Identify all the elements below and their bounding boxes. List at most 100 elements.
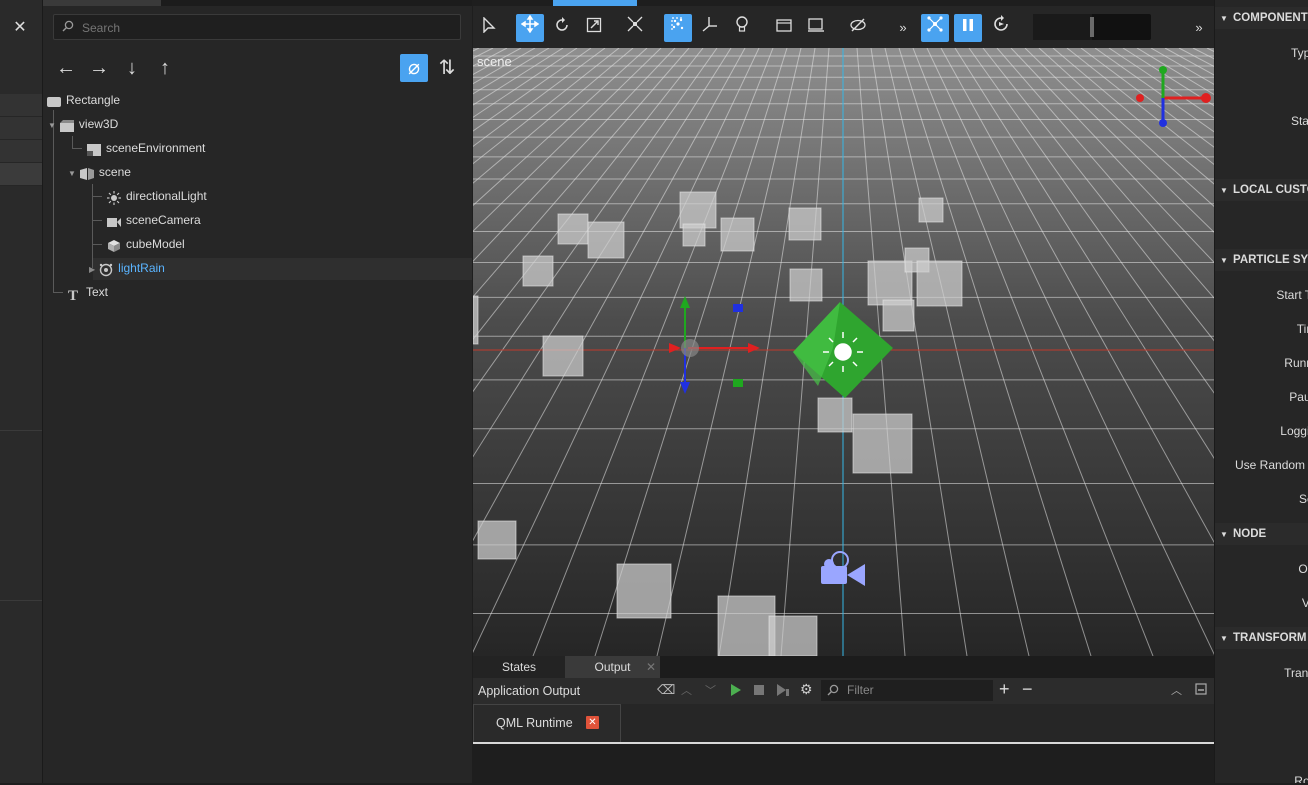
more-options-button[interactable]: » [1189, 14, 1209, 42]
section-label: COMPONENT [1233, 12, 1308, 24]
expand-icon[interactable]: ▶ [89, 265, 95, 274]
section-particle-system[interactable]: ▼ PARTICLE SYSTEM [1215, 249, 1308, 271]
particle-system-icon [98, 262, 114, 277]
maximize-chevron-icon[interactable]: ︿ [1171, 682, 1182, 698]
move-down-button[interactable]: ↓ [118, 54, 146, 82]
rotate-tool-icon[interactable] [548, 14, 576, 42]
camera-toggle-icon[interactable] [770, 14, 798, 42]
particle-cube [557, 213, 589, 245]
divider [0, 600, 42, 601]
close-icon[interactable]: ✕ [10, 18, 30, 38]
particle-cube [477, 520, 517, 560]
prop-label-time: Time [1296, 322, 1308, 336]
fit-selection-icon[interactable] [621, 14, 649, 42]
section-transform[interactable]: ▼ TRANSFORM [1215, 627, 1308, 649]
particle-cube [789, 268, 823, 302]
tree-item-label: cubeModel [126, 237, 185, 251]
tree-item-label: lightRain [118, 261, 165, 275]
section-component[interactable]: ▼ COMPONENT [1215, 7, 1308, 29]
filter-field[interactable]: Filter [821, 680, 993, 701]
attach-icon[interactable] [776, 683, 790, 700]
run-icon[interactable] [730, 683, 742, 700]
restart-icon[interactable] [987, 14, 1015, 42]
list-item[interactable] [0, 94, 42, 117]
list-item[interactable] [0, 117, 42, 140]
move-right-button[interactable]: → [85, 54, 113, 82]
particle-cube [616, 563, 672, 619]
prop-label-visibility: Visibility [1251, 596, 1308, 610]
section-label: PARTICLE SYSTEM [1233, 254, 1308, 266]
prop-label-logging: Logging [1280, 424, 1308, 438]
next-icon[interactable]: ﹀ [705, 682, 716, 698]
particle-cube [587, 221, 625, 259]
tab-states[interactable]: States [473, 656, 565, 678]
camera-icon [106, 214, 122, 228]
search-field[interactable] [53, 14, 461, 40]
zoom-out-button[interactable]: − [1022, 679, 1033, 700]
tree-item-view3d[interactable]: ▼ view3D [48, 113, 118, 135]
tab-output[interactable]: Output ✕ [565, 656, 660, 678]
clean-icon[interactable]: ⌫ [657, 682, 675, 698]
prop-label-state: State [1290, 114, 1308, 128]
scene-canvas[interactable]: scene [473, 48, 1214, 656]
tab-qml-runtime[interactable]: QML Runtime ✕ [473, 704, 621, 742]
more-tools-button[interactable]: » [893, 14, 913, 42]
move-tool-icon[interactable] [516, 14, 544, 42]
tree-item-scene-environment[interactable]: sceneEnvironment [86, 137, 205, 159]
runtime-tab-label: QML Runtime [496, 716, 573, 730]
move-up-button[interactable]: ↑ [151, 54, 179, 82]
previous-icon[interactable]: ︿ [681, 682, 692, 698]
tree-item-label: Rectangle [66, 93, 121, 107]
pivot-axes-icon[interactable] [696, 14, 724, 42]
select-tool-icon[interactable] [475, 14, 503, 42]
stop-icon[interactable] [753, 684, 765, 699]
edit-light-icon[interactable] [802, 14, 830, 42]
list-item[interactable] [0, 140, 42, 163]
section-local-custom[interactable]: ▼ LOCAL CUSTOM [1215, 179, 1308, 201]
visibility-toggle-icon[interactable] [844, 14, 872, 42]
light-bulb-icon[interactable] [728, 14, 756, 42]
tree-item-light-rain[interactable]: ▶ lightRain [89, 257, 165, 279]
slider-handle[interactable] [1090, 17, 1094, 37]
local-orientation-icon[interactable] [664, 14, 692, 42]
particle-cube [916, 260, 963, 307]
filter-toggle-button[interactable]: ⌀ [400, 54, 428, 82]
collapse-icon[interactable]: ▼ [48, 121, 56, 130]
collapse-icon: ▼ [1220, 530, 1228, 539]
zoom-in-button[interactable]: + [999, 679, 1010, 700]
tree-item-scene-camera[interactable]: sceneCamera [106, 209, 201, 231]
light-icon [106, 190, 122, 205]
prop-label-type: Type [1290, 46, 1308, 60]
section-node[interactable]: ▼ NODE [1215, 523, 1308, 545]
particle-cube [817, 397, 853, 433]
svg-text:T: T [68, 288, 78, 301]
particle-cube [522, 255, 554, 287]
tree-item-scene[interactable]: ▼ scene [68, 161, 131, 183]
list-item[interactable] [0, 163, 42, 186]
scene-render[interactable] [473, 48, 1214, 656]
move-left-button[interactable]: ← [52, 54, 80, 82]
filter-search-icon [827, 684, 839, 699]
light-gizmo[interactable] [823, 332, 863, 372]
output-panel: States Output ✕ Application Output ⌫ ︿ ﹀ … [473, 656, 1214, 785]
scene-environment-icon [86, 142, 102, 156]
scale-tool-icon[interactable] [580, 14, 608, 42]
collapse-icon[interactable]: ▼ [68, 169, 76, 178]
tree-item-text[interactable]: T Text [66, 281, 108, 304]
particle-seek-slider[interactable] [1033, 14, 1151, 40]
tree-item-rectangle[interactable]: Rectangle [46, 89, 120, 111]
close-runtime-icon[interactable]: ✕ [586, 716, 599, 729]
tree-item-directional-light[interactable]: directionalLight [106, 185, 207, 207]
search-input[interactable] [80, 18, 454, 38]
sort-button[interactable]: ⇅ [433, 54, 461, 82]
tree-item-cube-model[interactable]: cubeModel [106, 233, 185, 255]
settings-gear-icon[interactable]: ⚙ [800, 681, 813, 698]
tab-label: Output [594, 660, 631, 674]
properties-panel: ▼ COMPONENT Type State ▼ LOCAL CUSTOM ▼ PAR… [1214, 0, 1308, 783]
pause-icon[interactable] [954, 14, 982, 42]
particle-cube [682, 223, 706, 247]
particle-emitter-icon[interactable] [921, 14, 949, 42]
section-label: LOCAL CUSTOM [1233, 184, 1308, 196]
close-panel-icon[interactable] [1195, 683, 1207, 698]
close-tab-icon[interactable]: ✕ [646, 656, 656, 678]
